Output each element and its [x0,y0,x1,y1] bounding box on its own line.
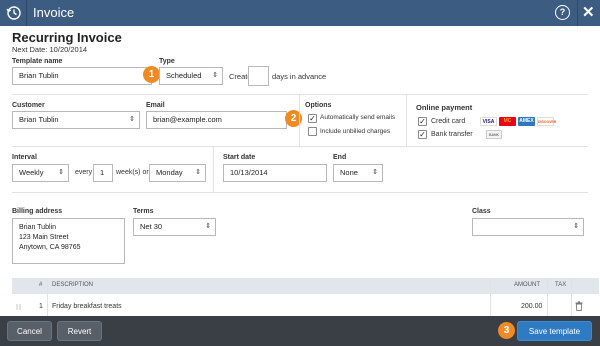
include-unbilled-checkbox[interactable] [308,127,317,136]
column-divider [490,278,491,316]
email-label: Email [146,102,165,109]
chevron-updown-icon: ⇕ [129,116,135,123]
row-description[interactable]: Friday breakfast treats [52,303,122,310]
credit-card-label: Credit card [431,118,466,125]
terms-select[interactable]: Net 30 ⇕ [133,218,216,236]
interval-label: Interval [12,154,37,161]
footer-bar: Cancel Revert 3 Save template [0,316,600,346]
email-input[interactable]: brian@example.com [146,111,287,129]
days-in-advance-input[interactable] [248,66,269,86]
section-divider [213,147,214,192]
window-title: Invoice [33,5,75,20]
amex-logo: AMEX [518,117,535,126]
chevron-updown-icon: ⇕ [58,169,64,176]
save-template-button[interactable]: Save template [517,321,592,341]
drag-handle-icon[interactable] [16,304,22,310]
auto-send-checkbox[interactable]: ✓ [308,114,317,123]
chevron-updown-icon: ⇕ [195,169,201,176]
class-label: Class [472,208,491,215]
day-value: Monday [156,168,183,177]
customer-select[interactable]: Brian Tublin ⇕ [12,111,140,129]
callout-badge: 3 [498,322,515,339]
template-name-input[interactable]: Brian Tublin [12,67,152,85]
type-label: Type [159,58,175,65]
address-line: 123 Main Street [19,234,69,241]
mastercard-logo: MC [499,117,516,126]
address-line: Anytown, CA 98765 [19,244,81,251]
title-divider [577,0,578,26]
help-icon[interactable]: ? [555,5,570,20]
day-select[interactable]: Monday ⇕ [149,164,206,182]
interval-value: Weekly [19,168,44,177]
next-date: Next Date: 10/20/2014 [12,45,88,54]
customer-value: Brian Tublin [19,115,59,124]
column-header-tax: TAX [555,282,567,288]
section-divider [12,146,588,147]
billing-address-label: Billing address [12,208,63,215]
cancel-button[interactable]: Cancel [7,321,52,341]
trash-icon[interactable] [575,301,583,311]
section-divider [12,192,588,193]
auto-send-label: Automatically send emails [320,114,396,121]
visa-logo: VISA [480,117,497,126]
chevron-updown-icon: ⇕ [372,169,378,176]
every-count-input[interactable]: 1 [93,164,113,182]
terms-label: Terms [133,208,154,215]
section-divider [406,95,407,147]
type-value: Scheduled [166,71,202,80]
recurring-history-icon[interactable] [6,5,22,21]
row-amount[interactable]: 200.00 [521,303,542,310]
every-label: every [75,169,93,176]
end-label: End [333,154,347,161]
section-divider [299,95,300,147]
days-in-advance-label: days in advance [272,72,327,81]
class-select[interactable]: ⇕ [472,218,584,236]
chevron-updown-icon: ⇕ [205,223,211,230]
billing-address-input[interactable]: Brian Tublin 123 Main Street Anytown, CA… [12,218,125,264]
column-divider [571,278,572,316]
chevron-updown-icon: ⇕ [212,72,218,79]
callout-badge: 1 [143,66,160,83]
credit-card-checkbox[interactable]: ✓ [418,117,427,126]
type-select[interactable]: Scheduled ⇕ [159,67,223,85]
close-icon[interactable]: ✕ [582,3,595,21]
address-line: Brian Tublin [19,224,56,231]
column-header-description: DESCRIPTION [52,282,94,288]
end-select[interactable]: None ⇕ [333,164,383,182]
online-payment-label: Online payment [416,103,473,112]
include-unbilled-label: Include unbilled charges [320,128,391,135]
bank-transfer-checkbox[interactable]: ✓ [418,130,427,139]
interval-select[interactable]: Weekly ⇕ [12,164,69,182]
revert-button[interactable]: Revert [57,321,102,341]
chevron-updown-icon: ⇕ [573,223,579,230]
terms-value: Net 30 [140,222,163,231]
discover-logo: DISCOVER [537,117,556,126]
bank-transfer-label: Bank transfer [431,131,473,138]
options-label: Options [305,102,332,109]
page-title: Recurring Invoice [12,30,122,45]
template-name-label: Template name [12,58,63,65]
row-number: 1 [39,303,43,310]
bank-logo: BANK [486,130,502,139]
column-header-amount: AMOUNT [514,282,540,288]
title-divider [26,0,27,26]
weeks-on-label: week(s) on [116,169,151,176]
section-divider [12,94,588,95]
column-divider [547,278,548,316]
end-value: None [340,168,358,177]
customer-label: Customer [12,102,45,109]
table-header: # DESCRIPTION AMOUNT TAX [12,278,599,294]
start-date-label: Start date [223,154,256,161]
title-bar: Invoice ? ✕ [0,0,600,26]
start-date-input[interactable]: 10/13/2014 [223,164,327,182]
column-divider [47,278,48,316]
column-header-num: # [39,282,43,288]
